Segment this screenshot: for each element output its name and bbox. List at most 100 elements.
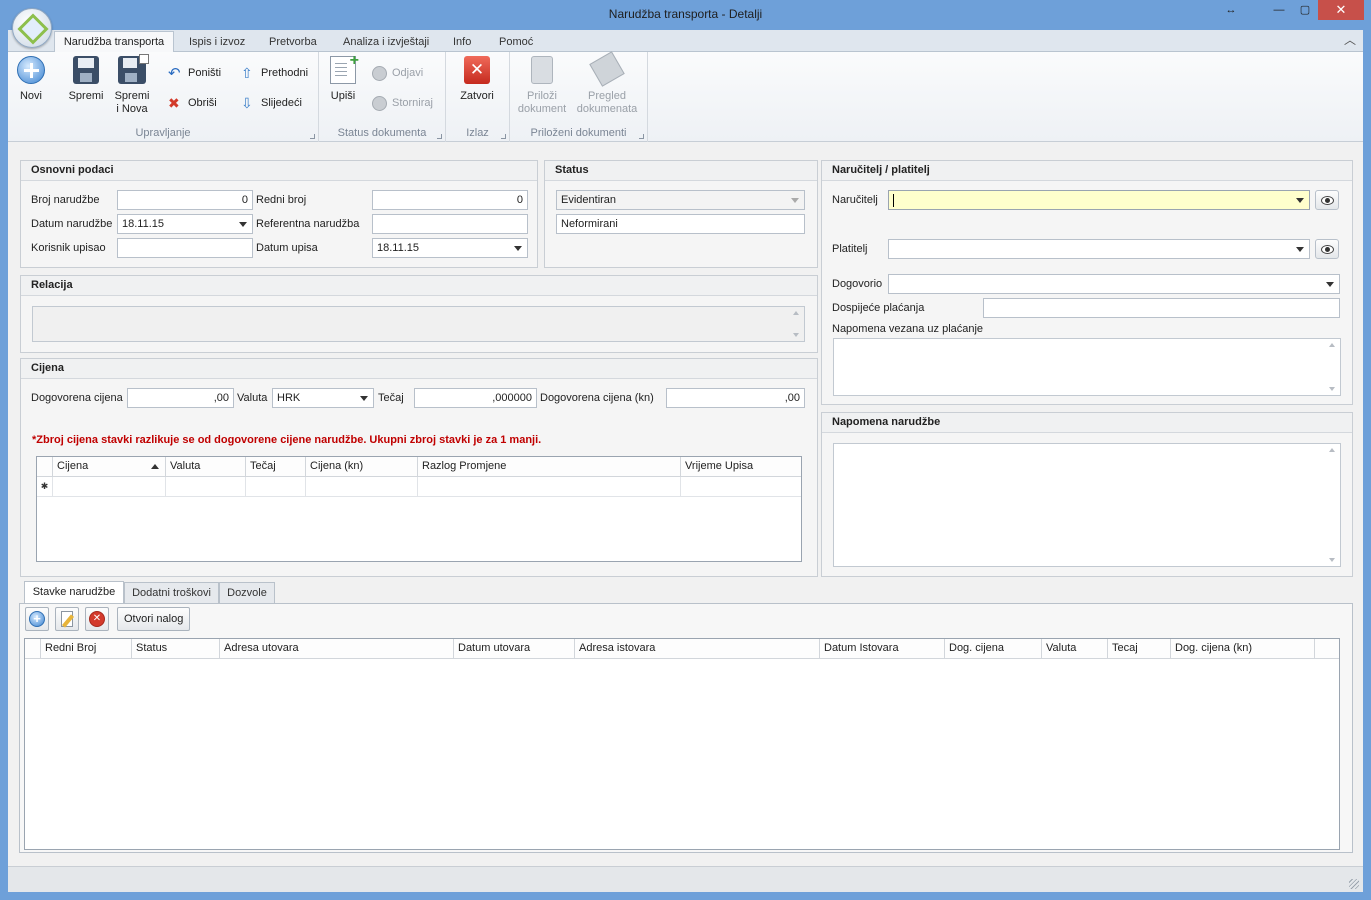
new-row-cell[interactable] <box>53 477 166 497</box>
valuta-dropdown[interactable]: HRK <box>272 388 374 408</box>
column-header-cijena-kn[interactable]: Cijena (kn) <box>306 457 418 477</box>
ribbon-collapse-icon[interactable]: ︿ <box>1344 32 1356 50</box>
upisi-button[interactable]: + Upiši <box>327 53 359 103</box>
column-header-datum-istovara[interactable]: Datum Istovara <box>820 639 945 659</box>
group-launcher-icon[interactable] <box>310 134 315 139</box>
broj-narudzbe-input[interactable]: 0 <box>117 190 253 210</box>
column-header-tecaj[interactable]: Tečaj <box>246 457 306 477</box>
edit-item-button[interactable] <box>55 607 79 631</box>
referentna-narudzba-input[interactable] <box>372 214 528 234</box>
datum-narudzbe-picker[interactable]: 18.11.15 <box>117 214 253 234</box>
storniraj-button[interactable]: Storniraj <box>372 94 433 112</box>
group-launcher-icon[interactable] <box>437 134 442 139</box>
status-dropdown[interactable]: Evidentiran <box>556 190 805 210</box>
tab-info[interactable]: Info <box>453 34 471 52</box>
sljedeci-button[interactable]: ⇩ Slijedeći <box>241 94 302 112</box>
pregled-dokumenata-button[interactable]: Pregled dokumenata <box>574 51 640 116</box>
column-header-vrijeme-upisa[interactable]: Vrijeme Upisa <box>681 457 801 477</box>
new-row-cell[interactable] <box>306 477 418 497</box>
scrollbar[interactable] <box>1326 339 1338 395</box>
prethodni-button[interactable]: ⇧ Prethodni <box>241 64 308 82</box>
prilozi-dokument-button[interactable]: Priloži dokument <box>514 56 570 116</box>
column-header-status[interactable]: Status <box>132 639 220 659</box>
resize-icon[interactable]: ↔ <box>1218 0 1244 20</box>
chevron-down-icon[interactable] <box>1296 198 1304 203</box>
tecaj-input[interactable]: ,000000 <box>414 388 537 408</box>
chevron-down-icon[interactable] <box>1296 247 1304 252</box>
cijena-grid[interactable]: Cijena Valuta Tečaj Cijena (kn) Razlog P… <box>36 456 802 562</box>
stavke-grid[interactable]: Redni Broj Status Adresa utovara Datum u… <box>24 638 1340 850</box>
maximize-button[interactable]: ▢ <box>1292 0 1318 20</box>
column-header-dog-cijena-kn[interactable]: Dog. cijena (kn) <box>1171 639 1315 659</box>
narucitelj-combobox[interactable] <box>888 190 1310 210</box>
column-header-valuta[interactable]: Valuta <box>166 457 246 477</box>
otvori-nalog-button[interactable]: Otvori nalog <box>117 607 191 631</box>
group-izlaz: ✕ Zatvori Izlaz <box>446 52 510 142</box>
column-header-adresa-utovara[interactable]: Adresa utovara <box>220 639 454 659</box>
napomena-placanje-textarea[interactable] <box>833 338 1341 396</box>
redni-broj-input[interactable]: 0 <box>372 190 528 210</box>
tab-narudzba-transporta[interactable]: Narudžba transporta <box>54 31 174 53</box>
relacija-textarea[interactable] <box>32 306 805 342</box>
upisi-label: Upiši <box>330 90 356 102</box>
scrollbar[interactable] <box>790 307 802 341</box>
group-launcher-icon[interactable] <box>639 134 644 139</box>
close-button[interactable]: ✕ <box>1318 0 1364 20</box>
dogovorena-cijena-label: Dogovorena cijena <box>31 392 123 404</box>
platitelj-combobox[interactable] <box>888 239 1310 259</box>
new-row-cell[interactable] <box>246 477 306 497</box>
dospijece-placanja-input[interactable] <box>983 298 1340 318</box>
view-narucitelj-eye-icon[interactable] <box>1315 190 1339 210</box>
tab-pretvorba[interactable]: Pretvorba <box>269 34 317 52</box>
datum-upisa-picker[interactable]: 18.11.15 <box>372 238 528 258</box>
spremi-button[interactable]: Spremi <box>66 56 106 103</box>
obrisi-button[interactable]: ✖ Obriši <box>168 94 217 112</box>
datum-upisa-value: 18.11.15 <box>377 242 420 254</box>
view-platitelj-eye-icon[interactable] <box>1315 239 1339 259</box>
column-header-cijena[interactable]: Cijena <box>53 457 166 477</box>
napomena-narudzbe-textarea[interactable] <box>833 443 1341 567</box>
novi-button[interactable]: Novi <box>12 56 50 103</box>
delete-item-button[interactable]: ✕ <box>85 607 109 631</box>
dogovorio-combobox[interactable] <box>888 274 1340 294</box>
column-header-razlog-promjene[interactable]: Razlog Promjene <box>418 457 681 477</box>
column-header-redni-broj[interactable]: Redni Broj <box>41 639 132 659</box>
new-row-cell[interactable] <box>681 477 801 497</box>
chevron-down-icon[interactable] <box>514 246 522 251</box>
chevron-down-icon[interactable] <box>360 396 368 401</box>
column-header-tecaj[interactable]: Tecaj <box>1108 639 1171 659</box>
column-header-dog-cijena[interactable]: Dog. cijena <box>945 639 1042 659</box>
status-secondary-field[interactable]: Neformirani <box>556 214 805 234</box>
tab-stavke-narudzbe[interactable]: Stavke narudžbe <box>24 581 124 604</box>
new-row-cell[interactable] <box>166 477 246 497</box>
group-launcher-icon[interactable] <box>501 134 506 139</box>
minimize-button[interactable]: — <box>1266 0 1292 20</box>
resize-grip-icon[interactable] <box>1349 879 1359 889</box>
zatvori-button[interactable]: ✕ Zatvori <box>456 56 498 103</box>
dogovorena-cijena-kn-input[interactable]: ,00 <box>666 388 805 408</box>
add-item-button[interactable]: + <box>25 607 49 631</box>
tab-dodatni-troskovi[interactable]: Dodatni troškovi <box>124 582 219 604</box>
chevron-down-icon[interactable] <box>239 222 247 227</box>
panel-title: Osnovni podaci <box>21 161 537 181</box>
new-row-cell[interactable] <box>418 477 681 497</box>
spremi-label: Spremi <box>68 90 104 102</box>
group-label-upravljanje: Upravljanje <box>135 127 191 139</box>
app-logo-icon[interactable] <box>12 8 52 48</box>
ponisti-button[interactable]: ↶ Poništi <box>168 64 221 82</box>
chevron-down-icon[interactable] <box>1326 282 1334 287</box>
panel-title: Relacija <box>21 276 817 296</box>
tab-dozvole[interactable]: Dozvole <box>219 582 275 604</box>
korisnik-upisao-input[interactable] <box>117 238 253 258</box>
save-disk-icon <box>73 56 99 84</box>
scrollbar[interactable] <box>1326 444 1338 566</box>
odjavi-button[interactable]: Odjavi <box>372 64 423 82</box>
column-header-datum-utovara[interactable]: Datum utovara <box>454 639 575 659</box>
spremi-i-nova-button[interactable]: Spremi i Nova <box>110 54 154 116</box>
tab-ispis-i-izvoz[interactable]: Ispis i izvoz <box>189 34 245 52</box>
tab-pomoc[interactable]: Pomoć <box>499 34 533 52</box>
dogovorena-cijena-input[interactable]: ,00 <box>127 388 234 408</box>
column-header-valuta[interactable]: Valuta <box>1042 639 1108 659</box>
tab-analiza-i-izvjestaji[interactable]: Analiza i izvještaji <box>343 34 429 52</box>
column-header-adresa-istovara[interactable]: Adresa istovara <box>575 639 820 659</box>
